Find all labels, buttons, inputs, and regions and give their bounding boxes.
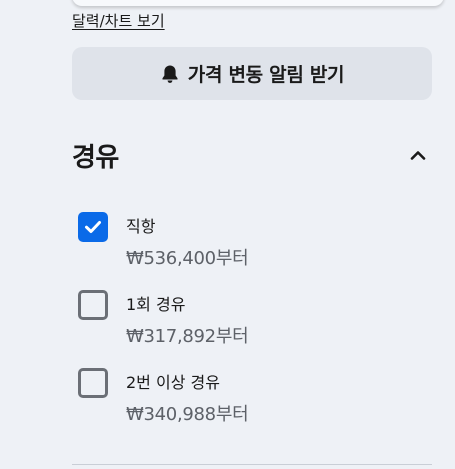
checkbox-checked[interactable]	[78, 212, 108, 242]
option-price: ₩340,988부터	[126, 404, 249, 425]
stop-option-two-plus-stops[interactable]: 2번 이상 경유 ₩340,988부터	[78, 368, 438, 428]
option-price: ₩536,400부터	[126, 248, 249, 269]
price-alert-label: 가격 변동 알림 받기	[187, 64, 345, 86]
stop-option-one-stop[interactable]: 1회 경유 ₩317,892부터	[78, 290, 438, 350]
option-price: ₩317,892부터	[126, 326, 249, 347]
top-card-edge	[72, 0, 444, 6]
option-label: 2번 이상 경유	[126, 373, 220, 392]
check-icon	[85, 221, 101, 233]
option-label: 직항	[126, 217, 156, 236]
stop-option-direct[interactable]: 직항 ₩536,400부터	[78, 212, 438, 272]
checkbox-unchecked[interactable]	[78, 368, 108, 398]
option-label: 1회 경유	[126, 295, 186, 314]
section-title: 경유	[72, 142, 119, 173]
checkbox-unchecked[interactable]	[78, 290, 108, 320]
bell-icon	[160, 64, 180, 84]
stops-section-header[interactable]: 경유	[72, 133, 432, 177]
price-alert-button[interactable]: 가격 변동 알림 받기	[72, 47, 432, 100]
calendar-chart-link[interactable]: 달력/차트 보기	[72, 11, 165, 31]
chevron-up-icon[interactable]	[406, 143, 430, 167]
section-divider	[72, 464, 432, 465]
